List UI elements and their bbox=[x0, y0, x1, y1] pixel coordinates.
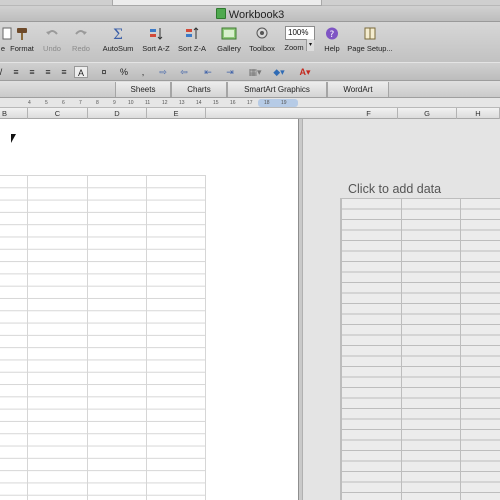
ruler-tick: 15 bbox=[213, 100, 219, 106]
ribbon-tab-bar: Sheets Charts SmartArt Graphics WordArt bbox=[0, 81, 500, 98]
column-header-g[interactable]: G bbox=[398, 108, 457, 119]
ruler-tick: 5 bbox=[45, 100, 48, 106]
page-setup-button[interactable]: Page Setup... bbox=[345, 26, 395, 60]
ruler-tick: 14 bbox=[196, 100, 202, 106]
ruler-tick: 16 bbox=[230, 100, 236, 106]
sort-ascending-button[interactable]: Sort A-Z bbox=[139, 26, 173, 60]
gallery-icon bbox=[221, 27, 237, 40]
formatting-toolbar: / ≡ ≡ ≡ ≡ A ¤ % , ⇨ ⇦ ⇤ ⇥ ▦▾ ◆▾ A▾ bbox=[0, 62, 500, 81]
undo-icon bbox=[46, 30, 58, 35]
sigma-icon: Σ bbox=[113, 27, 123, 41]
sort-ascending-icon bbox=[150, 28, 163, 40]
ruler-tick: 17 bbox=[247, 100, 253, 106]
column-header-row: B C D E F G H bbox=[0, 108, 500, 119]
mouse-pointer bbox=[11, 134, 19, 143]
format-painter-icon bbox=[17, 28, 27, 40]
ruler-tick: 11 bbox=[145, 100, 151, 106]
ruler-tick: 8 bbox=[96, 100, 99, 106]
sort-descending-icon bbox=[186, 27, 199, 39]
ruler-tick: 4 bbox=[28, 100, 31, 106]
tab-wordart[interactable]: WordArt bbox=[327, 82, 389, 97]
percent-format-icon[interactable]: % bbox=[118, 66, 130, 78]
zoom-select[interactable]: 100% ▾ bbox=[285, 26, 315, 51]
address-field[interactable] bbox=[112, 0, 322, 6]
gallery-button[interactable]: Gallery bbox=[215, 26, 243, 60]
column-header-h[interactable]: H bbox=[457, 108, 500, 119]
autosum-button[interactable]: Σ AutoSum bbox=[99, 26, 137, 60]
toolbox-button[interactable]: Toolbox bbox=[245, 26, 279, 60]
align-center-icon[interactable]: ≡ bbox=[26, 66, 38, 78]
undo-button[interactable]: Undo bbox=[40, 26, 64, 60]
sort-descending-button[interactable]: Sort Z-A bbox=[175, 26, 209, 60]
justify-icon[interactable]: ≡ bbox=[58, 66, 70, 78]
sheet-pane[interactable] bbox=[0, 119, 298, 500]
standard-toolbar: e Format Undo Redo Σ AutoSum Sort A-Z So… bbox=[0, 22, 500, 62]
ruler-tick: 7 bbox=[79, 100, 82, 106]
svg-text:?: ? bbox=[330, 30, 335, 40]
decrease-decimal-icon[interactable]: ⇦ bbox=[176, 66, 192, 78]
window-title: Workbook3 bbox=[0, 8, 500, 21]
help-icon: ? bbox=[326, 27, 338, 40]
redo-button[interactable]: Redo bbox=[68, 26, 94, 60]
cell-grid[interactable] bbox=[0, 175, 206, 500]
column-header-b[interactable]: B bbox=[0, 108, 28, 119]
fill-color-icon[interactable]: ◆▾ bbox=[270, 66, 288, 78]
ruler-tick: 19 bbox=[281, 100, 287, 106]
increase-indent-icon[interactable]: ⇥ bbox=[222, 66, 238, 78]
column-header-e[interactable]: E bbox=[147, 108, 206, 119]
ruler-tick: 12 bbox=[162, 100, 168, 106]
borders-icon[interactable]: ▦▾ bbox=[246, 66, 264, 78]
ruler-tick: 6 bbox=[62, 100, 65, 106]
decrease-indent-icon[interactable]: ⇤ bbox=[200, 66, 216, 78]
font-color-icon[interactable]: A▾ bbox=[296, 66, 314, 78]
page-setup-icon bbox=[364, 27, 376, 40]
align-right-icon[interactable]: ≡ bbox=[42, 66, 54, 78]
svg-text:Σ: Σ bbox=[113, 27, 123, 41]
title-bar: Workbook3 bbox=[0, 0, 500, 22]
tab-charts[interactable]: Charts bbox=[171, 82, 227, 97]
help-button[interactable]: ? Help bbox=[322, 26, 342, 60]
chart-data-grid[interactable] bbox=[340, 198, 500, 500]
new-button[interactable]: e bbox=[0, 26, 12, 60]
tab-smartart-graphics[interactable]: SmartArt Graphics bbox=[227, 82, 327, 97]
format-button[interactable]: Format bbox=[8, 26, 36, 60]
tab-sheets[interactable]: Sheets bbox=[115, 82, 171, 97]
currency-format-icon[interactable]: ¤ bbox=[98, 66, 110, 78]
ruler-tick: 10 bbox=[128, 100, 134, 106]
ruler-tick: 9 bbox=[113, 100, 116, 106]
column-header-d[interactable]: D bbox=[88, 108, 147, 119]
chart-placeholder-text[interactable]: Click to add data bbox=[348, 182, 441, 196]
ruler-tick: 13 bbox=[179, 100, 185, 106]
column-header-c[interactable]: C bbox=[28, 108, 88, 119]
increase-decimal-icon[interactable]: ⇨ bbox=[155, 66, 171, 78]
title-bar-strip bbox=[0, 0, 500, 6]
comma-format-icon[interactable]: , bbox=[138, 66, 148, 78]
chart-data-pane[interactable]: Click to add data bbox=[303, 119, 500, 500]
align-left-icon[interactable]: ≡ bbox=[10, 66, 22, 78]
ruler: 4 5 6 7 8 9 10 11 12 13 14 15 16 17 18 1… bbox=[0, 98, 500, 108]
chevron-down-icon: ▾ bbox=[306, 39, 314, 51]
merge-cells-icon[interactable]: A bbox=[74, 66, 88, 78]
column-header-f[interactable]: F bbox=[340, 108, 398, 119]
italic-icon[interactable]: / bbox=[0, 66, 4, 78]
redo-icon bbox=[75, 30, 87, 35]
toolbox-icon bbox=[256, 27, 268, 39]
zoom-control[interactable]: 100% ▾ Zoom bbox=[282, 26, 318, 60]
workbook-icon bbox=[215, 8, 226, 19]
ruler-tick: 18 bbox=[264, 100, 270, 106]
